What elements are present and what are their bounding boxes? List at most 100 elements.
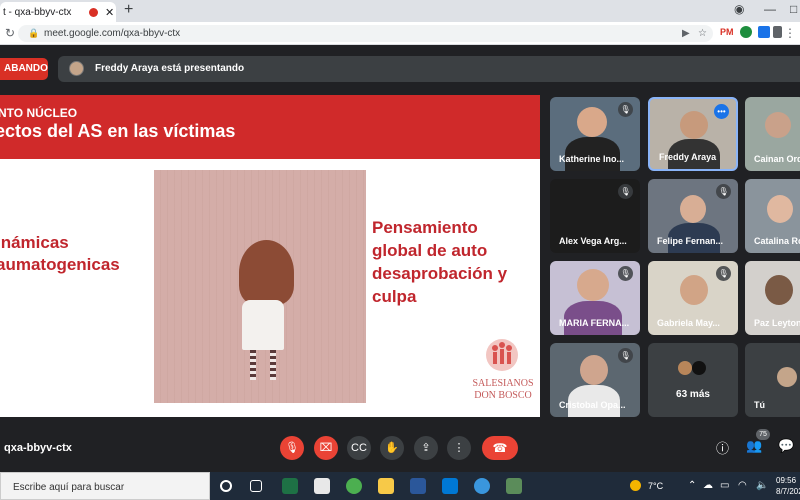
participant-tile[interactable]: 🎙 Katherine Ino... <box>550 97 640 171</box>
battery-icon[interactable]: ▭ <box>720 480 729 491</box>
windows-taskbar: Escribe aquí para buscar 7°C ⌃ ☁ ▭ ◠ 🔈 0… <box>0 472 800 500</box>
logo-line: SALESIANOS <box>472 378 534 389</box>
chat-icon[interactable]: 💬 <box>778 438 794 454</box>
right-text-line: desaprobación y <box>372 264 508 283</box>
tab-title: t - qxa-bbyv-ctx <box>3 6 72 18</box>
participant-name: Alex Vega Arg... <box>559 236 627 246</box>
cortana-icon[interactable] <box>220 480 232 492</box>
participant-tile[interactable]: 🎙 Gabriela May... <box>648 261 738 335</box>
extension-check-icon[interactable] <box>740 26 752 38</box>
wifi-icon[interactable]: ◠ <box>738 480 747 491</box>
file-explorer-icon[interactable] <box>378 478 394 494</box>
participant-face <box>577 107 607 137</box>
presentation-slide: NTO NÚCLEO ectos del AS en las víctimas … <box>0 95 540 417</box>
cloud-icon[interactable]: ☁ <box>703 480 713 491</box>
meeting-details-icon[interactable]: ⓘ <box>716 438 729 457</box>
participant-tile[interactable]: Paz Leyton <box>745 261 800 335</box>
slide-subtitle: NTO NÚCLEO <box>0 106 78 120</box>
meet-control-bar: qxa-bbyv-ctx 🎙 ⌧ CC ✋ ⇪ ⋮ ☎ ⓘ 👥 75 💬 <box>0 424 800 472</box>
extensions-puzzle-icon[interactable] <box>773 26 782 38</box>
recording-dot-icon <box>89 7 98 17</box>
presenter-avatar <box>69 61 84 76</box>
participant-tile[interactable]: Catalina Ro <box>745 179 800 253</box>
search-placeholder: Escribe aquí para buscar <box>13 482 125 493</box>
left-text-line: inámicas <box>0 233 69 252</box>
edge-icon[interactable] <box>474 478 490 494</box>
right-text-line: Pensamiento <box>372 218 478 237</box>
reload-icon[interactable]: ↻ <box>5 26 15 40</box>
more-avatar <box>678 361 692 375</box>
browser-tab[interactable]: t - qxa-bbyv-ctx ✕ <box>0 2 116 22</box>
bookmark-star-icon[interactable]: ☆ <box>698 28 707 39</box>
extension-grid-icon[interactable] <box>758 26 770 38</box>
participant-name: Catalina Ro <box>754 236 800 246</box>
participant-face <box>577 269 609 301</box>
participant-name: Paz Leyton <box>754 318 800 328</box>
word-icon[interactable] <box>410 478 426 494</box>
taskbar-search-box[interactable]: Escribe aquí para buscar <box>0 472 210 500</box>
girl-dress <box>242 300 284 350</box>
minimize-icon[interactable]: — <box>764 2 776 16</box>
maximize-icon[interactable]: □ <box>790 2 797 16</box>
more-options-button[interactable]: ⋮ <box>447 436 471 460</box>
participant-tile[interactable]: 🎙 MARIA FERNA... <box>550 261 640 335</box>
profile-extension-label[interactable]: PM <box>720 27 734 37</box>
participant-tile[interactable]: Cainan Ord <box>745 97 800 171</box>
camera-toggle-button[interactable]: ⌧ <box>314 436 338 460</box>
store-icon[interactable] <box>314 478 330 494</box>
slide-title: ectos del AS en las víctimas <box>0 121 236 141</box>
window-menu-icon[interactable]: ◉ <box>734 2 744 16</box>
more-participants-tile[interactable]: 63 más <box>648 343 738 417</box>
participant-tile[interactable]: 🎙 Alex Vega Arg... <box>550 179 640 253</box>
browser-menu-icon[interactable]: ⋮ <box>784 26 796 40</box>
participants-badge: 75 <box>756 429 770 440</box>
self-tile[interactable]: Tú <box>745 343 800 417</box>
participant-face <box>580 355 608 385</box>
app-icon[interactable] <box>506 478 522 494</box>
browser-tab-strip: t - qxa-bbyv-ctx ✕ + ◉ — □ <box>0 0 800 22</box>
left-text-line: aumatogenicas <box>0 255 120 274</box>
girl-leg <box>270 350 276 380</box>
mail-icon[interactable] <box>442 478 458 494</box>
captions-button[interactable]: CC <box>347 436 371 460</box>
present-button[interactable]: ⇪ <box>414 436 438 460</box>
mic-toggle-button[interactable]: 🎙 <box>280 436 304 460</box>
system-clock[interactable]: 09:56 8/7/202 <box>776 475 800 497</box>
clock-time: 09:56 <box>776 476 797 485</box>
tab-close-icon[interactable]: ✕ <box>105 6 114 19</box>
mic-off-icon: 🎙 <box>716 184 731 199</box>
participant-face <box>765 112 791 138</box>
salesianos-logo-icon <box>486 339 518 371</box>
participant-face <box>767 195 793 223</box>
leave-call-button[interactable]: ☎ <box>482 436 518 460</box>
clock-date: 8/7/202 <box>776 487 800 496</box>
participant-name: Cainan Ord <box>754 154 800 164</box>
people-icon[interactable]: 👥 <box>746 438 762 454</box>
excel-icon[interactable] <box>282 478 298 494</box>
new-tab-button[interactable]: + <box>124 1 133 19</box>
participant-name: Freddy Araya <box>659 152 717 162</box>
participant-face <box>680 195 706 223</box>
presenting-text: Freddy Araya está presentando <box>95 63 245 74</box>
omnibox[interactable]: 🔒 meet.google.com/qxa-bbyv-ctx ▶ ☆ <box>18 25 713 42</box>
tray-up-icon[interactable]: ⌃ <box>688 480 696 491</box>
participant-tile[interactable]: 🎙 Cristobal Opa... <box>550 343 640 417</box>
participant-tile[interactable]: 🎙 Felipe Fernan... <box>648 179 738 253</box>
lock-icon[interactable]: 🔒 <box>28 28 39 39</box>
chrome-icon[interactable] <box>346 478 362 494</box>
volume-icon[interactable]: 🔈 <box>756 480 768 491</box>
slide-right-text: Pensamiento global de auto desaprobación… <box>372 216 507 308</box>
weather-temperature[interactable]: 7°C <box>648 481 663 491</box>
girl-leg <box>250 350 256 380</box>
participant-tile[interactable]: ••• Freddy Araya <box>648 97 738 171</box>
slide-illustration <box>154 170 366 403</box>
presenting-banner: Freddy Araya está presentando <box>58 56 800 82</box>
camera-icon[interactable]: ▶ <box>682 28 690 39</box>
girl-hair <box>239 240 294 305</box>
self-avatar <box>777 367 797 387</box>
logo-line: DON BOSCO <box>474 390 532 401</box>
raise-hand-button[interactable]: ✋ <box>380 436 404 460</box>
participant-face <box>680 275 708 305</box>
right-text-line: global de auto <box>372 241 488 260</box>
task-view-icon[interactable] <box>250 480 262 492</box>
